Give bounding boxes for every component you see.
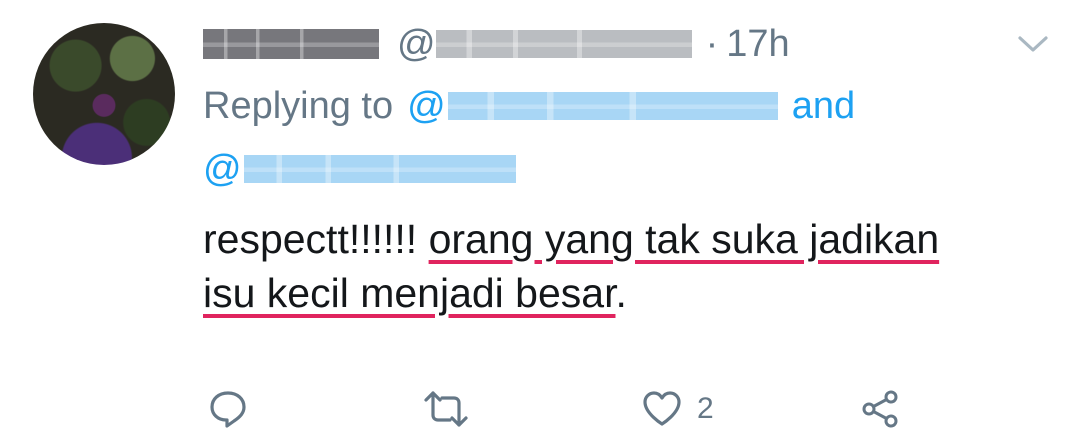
separator-dot: ·: [705, 22, 719, 65]
tweet-text-end: .: [615, 270, 627, 316]
tweet-text-underlined-1: orang yang tak suka jadikan: [428, 216, 940, 262]
conjunction-and: and: [791, 84, 856, 127]
mention-prefix-1[interactable]: @: [407, 85, 446, 128]
replying-to-line-2: @: [203, 145, 516, 193]
mention-blurred-1[interactable]: [447, 92, 778, 120]
author-name-blurred[interactable]: [203, 29, 379, 59]
timestamp[interactable]: 17h: [726, 23, 789, 66]
share-icon: [862, 390, 898, 428]
tweet-header: @ · 17h: [203, 20, 790, 68]
reply-icon: [210, 391, 246, 428]
retweet-button[interactable]: [422, 384, 470, 434]
like-button[interactable]: 2: [641, 384, 714, 434]
mention-blurred-2[interactable]: [243, 155, 516, 183]
retweet-icon: [424, 391, 468, 427]
avatar[interactable]: [33, 23, 175, 165]
handle-prefix: @: [397, 22, 436, 65]
replying-to-label: Replying to: [203, 84, 394, 127]
tweet-text: respectt!!!!!! orang yang tak suka jadik…: [203, 212, 1063, 320]
action-bar: 2: [0, 384, 1080, 434]
tweet-text-plain: respectt!!!!!!: [203, 216, 429, 262]
replying-to-line: Replying to @ and: [203, 82, 855, 130]
heart-icon: [643, 391, 681, 426]
like-count: 2: [697, 392, 714, 425]
reply-button[interactable]: [207, 384, 249, 434]
tweet-text-underlined-2: isu kecil menjadi besar: [203, 270, 616, 316]
chevron-down-icon[interactable]: [1014, 32, 1052, 56]
share-button[interactable]: [860, 384, 902, 434]
handle-blurred[interactable]: [435, 30, 692, 58]
mention-prefix-2[interactable]: @: [203, 148, 242, 191]
